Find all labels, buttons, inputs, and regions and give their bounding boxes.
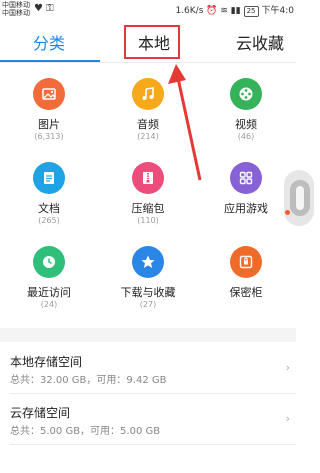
category-label: 视频 bbox=[235, 118, 257, 131]
storage-cloud-detail: 总共：5.00 GB，可用：5.00 GB bbox=[10, 426, 161, 437]
category-count: (24) bbox=[40, 300, 58, 309]
safe-icon bbox=[230, 246, 262, 278]
star-icon bbox=[132, 246, 164, 278]
chevron-right-icon: › bbox=[285, 412, 290, 425]
category-label: 音频 bbox=[137, 118, 159, 131]
category-item[interactable]: 音频 (214) bbox=[99, 78, 197, 142]
category-count: (265) bbox=[38, 216, 60, 225]
image-icon bbox=[33, 78, 65, 110]
category-count: (27) bbox=[139, 300, 157, 309]
category-label: 应用游戏 bbox=[224, 202, 268, 215]
category-label: 最近访问 bbox=[27, 286, 71, 299]
floating-handle-inner bbox=[290, 180, 310, 216]
category-count: (214) bbox=[137, 132, 159, 141]
category-item[interactable]: 压缩包 (110) bbox=[99, 162, 197, 226]
category-label: 下载与收藏 bbox=[120, 286, 176, 299]
apps-grid-icon bbox=[230, 162, 262, 194]
chevron-right-icon: › bbox=[285, 361, 290, 374]
document-icon bbox=[33, 162, 65, 194]
category-item[interactable]: 保密柜 bbox=[197, 246, 295, 300]
zip-icon bbox=[132, 162, 164, 194]
category-label: 压缩包 bbox=[131, 202, 165, 215]
category-item[interactable]: 文档 (265) bbox=[0, 162, 98, 226]
category-item[interactable]: 最近访问 (24) bbox=[0, 246, 98, 310]
music-icon bbox=[132, 78, 164, 110]
category-count: (6,313) bbox=[34, 132, 64, 141]
storage-local-detail: 总共：32.00 GB，可用：9.42 GB bbox=[10, 375, 167, 386]
row-divider bbox=[10, 444, 296, 445]
storage-local-row[interactable]: 本地存储空间 总共：32.00 GB，可用：9.42 GB › bbox=[0, 343, 296, 393]
clock-icon bbox=[33, 246, 65, 278]
category-item[interactable]: 下载与收藏 (27) bbox=[99, 246, 197, 310]
storage-local-title: 本地存储空间 bbox=[10, 355, 83, 369]
storage-cloud-row[interactable]: 云存储空间 总共：5.00 GB，可用：5.00 GB › bbox=[0, 394, 296, 444]
category-item[interactable]: 图片 (6,313) bbox=[0, 78, 98, 142]
category-label: 保密柜 bbox=[229, 286, 263, 299]
category-item[interactable]: 视频 (46) bbox=[197, 78, 295, 142]
category-count: (46) bbox=[237, 132, 255, 141]
section-separator bbox=[0, 328, 296, 342]
storage-cloud-title: 云存储空间 bbox=[10, 406, 71, 420]
category-count: (110) bbox=[137, 216, 159, 225]
category-label: 图片 bbox=[38, 118, 60, 131]
category-label: 文档 bbox=[38, 202, 60, 215]
category-item[interactable]: 应用游戏 bbox=[197, 162, 295, 216]
film-reel-icon bbox=[230, 78, 262, 110]
notification-dot bbox=[285, 210, 290, 215]
